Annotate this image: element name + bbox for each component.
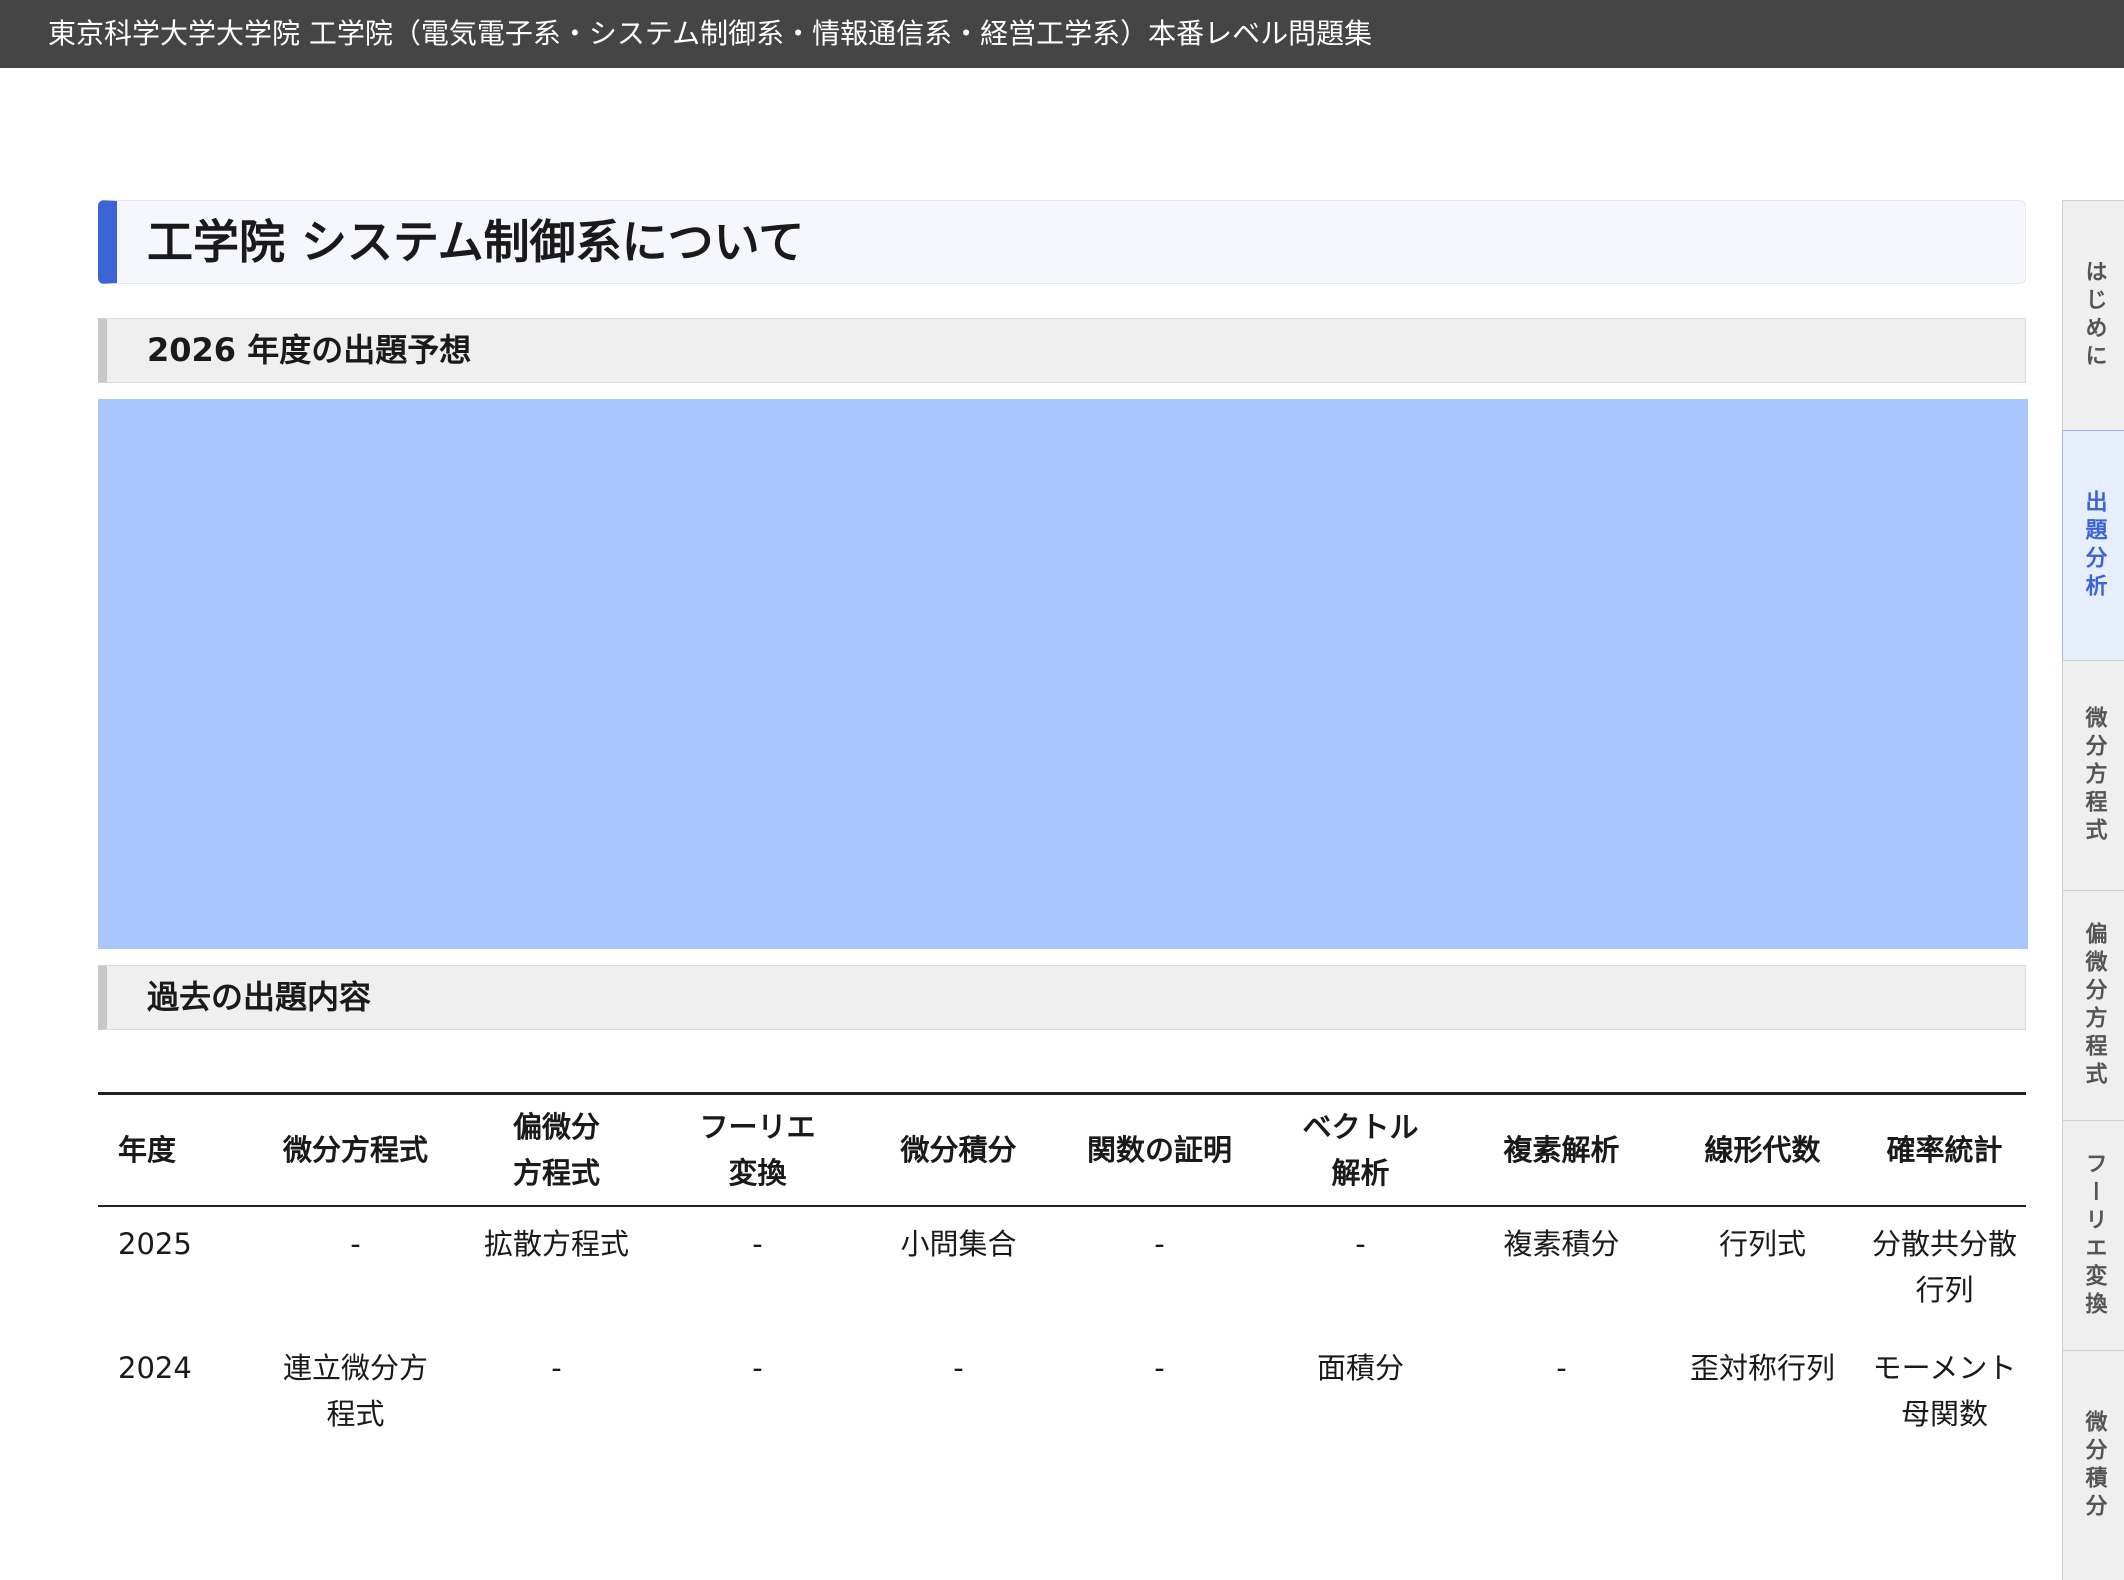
page-title: 工学院 システム制御系について (98, 200, 2026, 284)
table-cell: 分散共分散 行列 (1871, 1226, 2017, 1307)
column-header: 微分積分 (858, 1092, 1059, 1207)
column-header: 関数の証明 (1059, 1092, 1260, 1207)
column-header: フーリエ 変換 (657, 1092, 858, 1207)
table-cell: - (1154, 1350, 1165, 1385)
side-tab-label: 偏微分方程式 (2081, 921, 2107, 1090)
side-tab-label: 出題分析 (2081, 489, 2107, 602)
column-header: 確率統計 (1863, 1092, 2026, 1207)
side-tab-analysis[interactable]: 出題分析 (2062, 430, 2124, 660)
table-cell: 歪対称行列 (1689, 1350, 1835, 1385)
side-tab-calculus[interactable]: 微分積分 (2062, 1350, 2124, 1580)
side-tab-label: 微分方程式 (2081, 705, 2107, 846)
column-header: 線形代数 (1662, 1092, 1863, 1207)
table-cell: - (551, 1350, 562, 1385)
table-cell: - (350, 1226, 361, 1261)
side-tab-label: はじめに (2081, 259, 2107, 372)
table-cell: - (1556, 1350, 1567, 1385)
table-cell: 複素積分 (1503, 1226, 1620, 1261)
table-row: 2025 - 拡散方程式 - 小問集合 - - 複素積分 行列式 分散共分散 行列 (98, 1206, 2026, 1331)
table-cell: 小問集合 (900, 1226, 1017, 1261)
table-cell: 行列式 (1718, 1226, 1806, 1261)
past-questions-table: 年度 微分方程式 偏微分 方程式 フーリエ 変換 微分積分 関数の証明 ベクトル 解析… (98, 1092, 2026, 1455)
table-cell: - (752, 1350, 763, 1385)
side-tab-label: 微分積分 (2081, 1409, 2107, 1522)
side-tab-hajimeni[interactable]: はじめに (2062, 200, 2124, 430)
column-header: 年度 (98, 1092, 255, 1207)
past-questions-heading: 過去の出題内容 (98, 965, 2026, 1030)
side-tab-differential-equations[interactable]: 微分方程式 (2062, 660, 2124, 890)
site-title: 東京科学大学大学院 工学院（電気電子系・システム制御系・情報通信系・経営工学系）… (48, 17, 1373, 50)
column-header: 偏微分 方程式 (456, 1092, 657, 1207)
column-header: 複素解析 (1461, 1092, 1662, 1207)
table-cell: 2025 (118, 1226, 192, 1261)
top-header-bar: 東京科学大学大学院 工学院（電気電子系・システム制御系・情報通信系・経営工学系）… (0, 0, 2124, 68)
side-tab-partial-differential-equations[interactable]: 偏微分方程式 (2062, 890, 2124, 1120)
table-cell: - (953, 1350, 964, 1385)
table-cell: - (1355, 1226, 1366, 1261)
table-cell: モーメント 母関数 (1872, 1350, 2017, 1431)
forecast-placeholder-block (98, 399, 2028, 949)
side-tab-label: フーリエ変換 (2081, 1151, 2107, 1320)
column-header: 微分方程式 (255, 1092, 456, 1207)
table-header-row: 年度 微分方程式 偏微分 方程式 フーリエ 変換 微分積分 関数の証明 ベクトル 解析… (98, 1092, 2026, 1207)
table-cell: 2024 (118, 1350, 192, 1385)
main-content: 工学院 システム制御系について 2026 年度の出題予想 過去の出題内容 年度 … (98, 200, 2028, 1455)
column-header: ベクトル 解析 (1260, 1092, 1461, 1207)
table-cell: 拡散方程式 (483, 1226, 629, 1261)
forecast-heading: 2026 年度の出題予想 (98, 318, 2026, 383)
table-cell: 連立微分方 程式 (282, 1350, 428, 1431)
table-cell: 面積分 (1316, 1350, 1404, 1385)
table-row: 2024 連立微分方 程式 - - - - 面積分 - 歪対称行列 モーメント 母関… (98, 1331, 2026, 1455)
side-navigation: はじめに 出題分析 微分方程式 偏微分方程式 フーリエ変換 微分積分 (2062, 200, 2124, 1580)
table-cell: - (752, 1226, 763, 1261)
side-tab-fourier-transform[interactable]: フーリエ変換 (2062, 1120, 2124, 1350)
table-cell: - (1154, 1226, 1165, 1261)
